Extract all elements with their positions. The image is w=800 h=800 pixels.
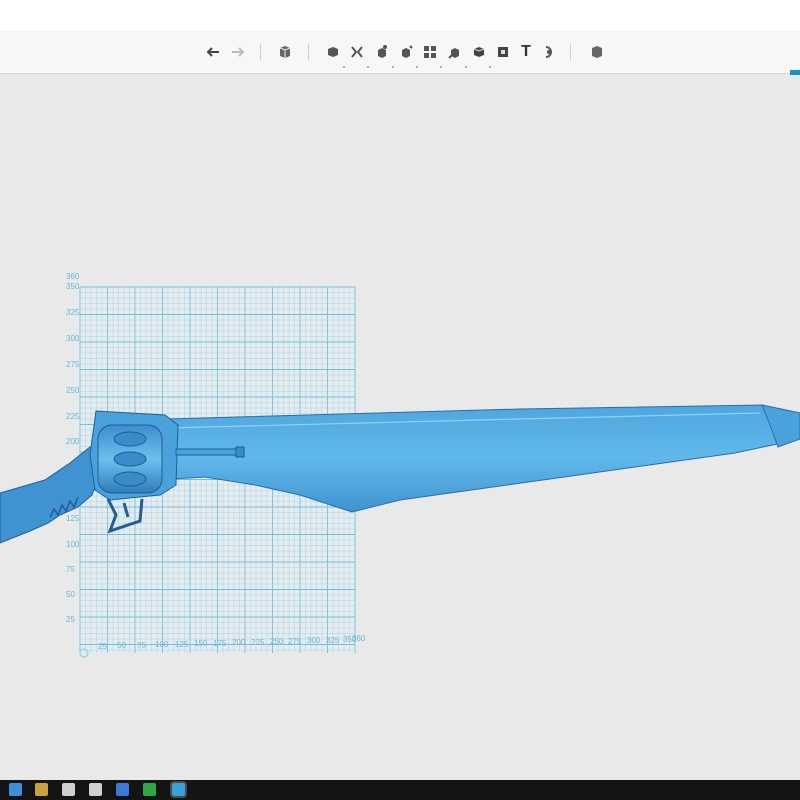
main-toolbar: T <box>0 30 800 96</box>
measure-tool-icon[interactable] <box>470 42 488 62</box>
toolbar-separator <box>570 44 571 60</box>
file-explorer-icon[interactable] <box>35 783 48 796</box>
dropdown-indicator <box>465 66 467 68</box>
media-app-icon[interactable] <box>143 783 156 796</box>
document-app-icon[interactable] <box>116 783 129 796</box>
grid-x-label: 75 <box>137 641 146 650</box>
modify-tool-icon[interactable] <box>373 42 391 62</box>
sketch-tool-icon[interactable] <box>324 42 342 62</box>
grid-y-labels: 360350 325 300 275 250 225 200 125 100 75 50 25 <box>66 272 80 624</box>
grid-y-label: 325 <box>66 308 80 317</box>
paint-app-icon[interactable] <box>89 783 102 796</box>
toolbar-separator <box>260 44 261 60</box>
grouping-tool-icon[interactable] <box>421 42 439 62</box>
redo-arrow-icon[interactable] <box>228 42 246 62</box>
3d-viewport[interactable]: 360 350 325 300 275 250 225 200 125 100 75 50 25 25 5… <box>0 75 800 780</box>
dropdown-indicator <box>367 66 369 68</box>
grid-y-label: 200 <box>66 437 80 446</box>
material-tool-icon[interactable] <box>540 42 558 62</box>
grid-x-label: 275 <box>288 637 302 646</box>
material-cube-icon[interactable] <box>588 42 606 62</box>
grid-y-label: 100 <box>66 540 80 549</box>
cylinder-chamber <box>113 471 147 487</box>
grid-y-label: 350 <box>66 282 80 291</box>
cylinder-chamber <box>113 431 147 447</box>
text-tool-icon[interactable]: T <box>517 42 535 62</box>
construct-tool-icon[interactable] <box>348 42 366 62</box>
grid-y-label: 360 <box>66 272 80 281</box>
grid-y-label: 125 <box>66 514 80 523</box>
dropdown-indicator <box>416 66 418 68</box>
undo-arrow-icon[interactable] <box>205 42 223 62</box>
combine-tool-icon[interactable] <box>446 42 464 62</box>
scene-canvas[interactable]: 360350325300275250225200125100755025 25 5… <box>0 75 800 780</box>
grid-x-label: 100 <box>155 640 169 649</box>
grid-x-label: 150 <box>194 639 208 648</box>
grid-y-label: 300 <box>66 334 80 343</box>
dropdown-indicator <box>489 66 491 68</box>
grid-y-label: 25 <box>66 615 75 624</box>
windows-start-icon[interactable] <box>9 783 22 796</box>
grid-x-label: 50 <box>117 641 126 650</box>
grid-x-label: 225 <box>251 638 265 647</box>
grid-x-label: 200 <box>232 638 246 647</box>
os-taskbar <box>0 780 800 800</box>
grid-y-label: 50 <box>66 590 75 599</box>
window-title-strip <box>0 0 800 30</box>
snap-tool-icon[interactable] <box>494 42 512 62</box>
grid-x-label: 360 <box>352 634 366 643</box>
grid-y-label: 225 <box>66 412 80 421</box>
barrel-rod[interactable] <box>175 448 243 456</box>
grid-x-label: 325 <box>326 636 340 645</box>
grid-y-label: 250 <box>66 386 80 395</box>
dropdown-indicator <box>343 66 345 68</box>
pattern-tool-icon[interactable] <box>397 42 415 62</box>
grid-y-label: 275 <box>66 360 80 369</box>
barrel-tip <box>235 446 245 458</box>
primitive-box-icon[interactable] <box>276 42 294 62</box>
cylinder-chamber <box>113 451 147 467</box>
dropdown-indicator <box>440 66 442 68</box>
grid-x-label: 125 <box>175 640 189 649</box>
camera-app-icon[interactable] <box>62 783 75 796</box>
grid-y-label: 75 <box>66 565 75 574</box>
dropdown-indicator <box>392 66 394 68</box>
text-tool-label: T <box>521 43 531 60</box>
grid-x-label: 25 <box>98 642 107 651</box>
active-3d-app-icon[interactable] <box>170 781 187 798</box>
grid-x-label: 250 <box>270 637 284 646</box>
grid-x-label: 300 <box>307 636 321 645</box>
grid-x-label: 175 <box>213 639 227 648</box>
toolbar-separator <box>308 44 309 60</box>
